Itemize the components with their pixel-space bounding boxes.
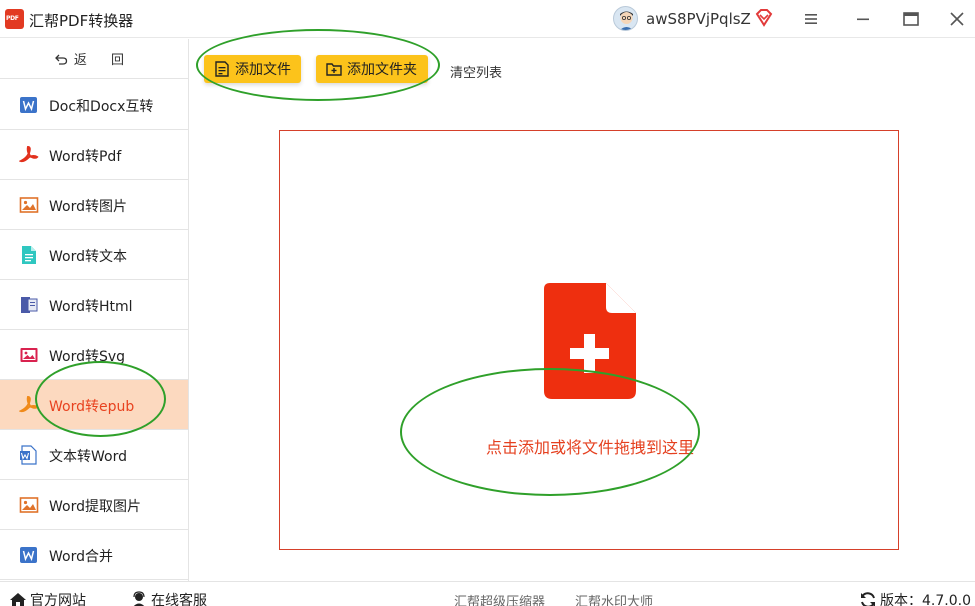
svg-image-icon <box>20 348 38 362</box>
sidebar-item-label: Word提取图片 <box>49 499 141 515</box>
user-name[interactable]: awS8PVjPqlsZ <box>646 10 751 28</box>
app-logo-icon: PDF <box>5 9 24 29</box>
drop-hint-text: 点击添加或将文件拖拽到这里 <box>485 438 694 457</box>
official-website-label: 官方网站 <box>30 593 86 606</box>
official-website-link[interactable]: 官方网站 <box>9 590 86 606</box>
support-agent-icon <box>133 591 145 606</box>
word-doc-icon <box>20 547 37 563</box>
add-folder-icon <box>326 63 342 76</box>
sidebar-item-word-svg[interactable]: Word转Svg <box>0 330 188 380</box>
html-icon <box>21 297 38 313</box>
sidebar-item-label: 文本转Word <box>49 449 127 465</box>
close-icon[interactable] <box>945 7 969 31</box>
sidebar-item-label: Word转epub <box>49 399 135 415</box>
home-icon <box>10 593 26 606</box>
sidebar-item-label: Word合并 <box>49 549 113 565</box>
version-info[interactable]: 版本：4.7.0.0 <box>859 590 971 606</box>
online-support-label: 在线客服 <box>151 593 207 606</box>
maximize-icon[interactable] <box>899 7 923 31</box>
pdf-icon <box>19 145 39 163</box>
epub-icon <box>19 395 39 413</box>
refresh-icon <box>861 592 875 606</box>
minimize-icon[interactable] <box>851 7 875 31</box>
sidebar-item-label: Doc和Docx互转 <box>49 99 154 115</box>
image-icon <box>19 497 39 513</box>
sidebar-item-word-html[interactable]: Word转Html <box>0 280 188 330</box>
word-doc-icon <box>20 445 37 465</box>
footer: 官方网站 在线客服 汇帮超级压缩器 汇帮水印大师 版本：4.7.0.0 <box>0 581 975 606</box>
sidebar: 返 回 Doc和Docx互转 Word转Pdf Word转图片 Word转文本 <box>0 39 189 581</box>
app-title: 汇帮PDF转换器 <box>29 12 134 30</box>
sidebar-item-label: Word转Pdf <box>49 149 122 165</box>
title-bar: PDF 汇帮PDF转换器 awS8PVjPqlsZ <box>0 0 975 38</box>
back-button[interactable]: 返 回 <box>0 39 188 79</box>
version-label: 版本：4.7.0.0 <box>880 593 971 606</box>
sidebar-item-word-epub[interactable]: Word转epub <box>0 380 188 430</box>
back-arrow-icon <box>55 54 68 65</box>
add-file-icon <box>215 61 229 77</box>
word-doc-icon <box>20 97 37 113</box>
add-file-button[interactable]: 添加文件 <box>204 55 301 83</box>
add-file-label: 添加文件 <box>235 62 291 78</box>
sidebar-item-text-word[interactable]: 文本转Word <box>0 430 188 480</box>
clear-list-button[interactable]: 清空列表 <box>450 62 502 81</box>
add-folder-label: 添加文件夹 <box>347 62 417 78</box>
sidebar-item-word-extract-image[interactable]: Word提取图片 <box>0 480 188 530</box>
sidebar-item-word-pdf[interactable]: Word转Pdf <box>0 130 188 180</box>
text-file-icon <box>22 246 36 264</box>
sidebar-item-word-image[interactable]: Word转图片 <box>0 180 188 230</box>
user-avatar[interactable] <box>613 6 638 31</box>
watermark-link[interactable]: 汇帮水印大师 <box>575 591 653 606</box>
sidebar-item-word-merge[interactable]: Word合并 <box>0 530 188 580</box>
sidebar-item-word-text[interactable]: Word转文本 <box>0 230 188 280</box>
file-drop-zone[interactable]: 点击添加或将文件拖拽到这里 <box>279 130 899 550</box>
image-icon <box>19 197 39 213</box>
sidebar-item-label: Word转文本 <box>49 249 127 265</box>
online-support-link[interactable]: 在线客服 <box>130 590 207 606</box>
sidebar-item-label: Word转Svg <box>49 349 126 365</box>
menu-icon[interactable] <box>799 7 823 31</box>
add-folder-button[interactable]: 添加文件夹 <box>316 55 428 83</box>
sidebar-item-doc-docx[interactable]: Doc和Docx互转 <box>0 80 188 130</box>
compressor-link[interactable]: 汇帮超级压缩器 <box>454 591 545 606</box>
back-label: 返 回 <box>73 53 135 68</box>
vip-diamond-icon[interactable] <box>754 8 774 28</box>
sidebar-item-label: Word转图片 <box>49 199 127 215</box>
add-file-large-icon <box>544 283 636 399</box>
sidebar-item-label: Word转Html <box>49 299 133 315</box>
